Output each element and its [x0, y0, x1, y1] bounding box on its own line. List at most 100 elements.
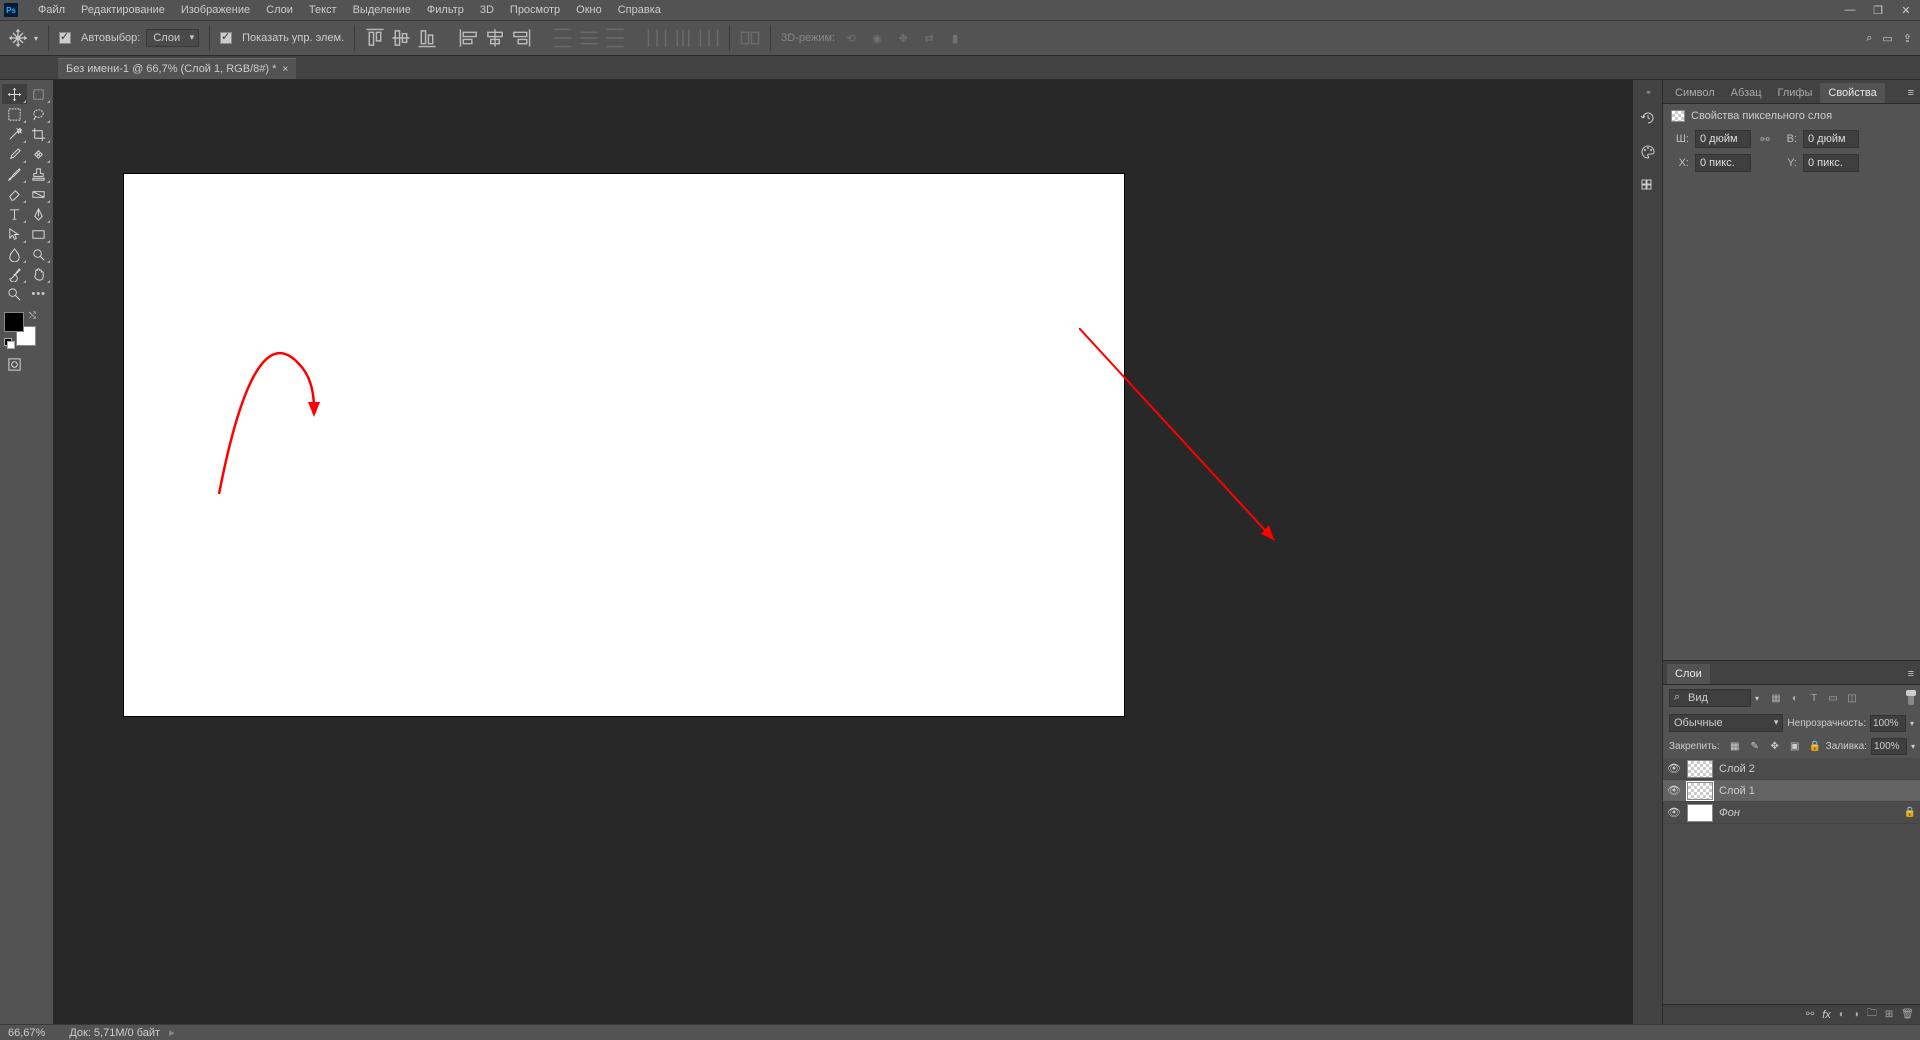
- align-bottom-edges-icon[interactable]: [417, 28, 437, 48]
- screen-mode-icon[interactable]: ▭: [1882, 32, 1892, 45]
- align-right-edges-icon[interactable]: [511, 28, 531, 48]
- visibility-toggle-icon[interactable]: 👁: [1667, 784, 1681, 797]
- pen-tool[interactable]: [27, 204, 52, 224]
- tab-layers[interactable]: Слои: [1667, 664, 1710, 684]
- document-tab[interactable]: Без имени-1 @ 66,7% (Слой 1, RGB/8#) * ×: [58, 58, 296, 79]
- filter-smart-icon[interactable]: ◫: [1845, 691, 1859, 705]
- blend-mode-dropdown[interactable]: Обычные: [1669, 714, 1783, 732]
- layer-row[interactable]: 👁 Слой 1: [1663, 780, 1920, 802]
- align-hcenter-icon[interactable]: [485, 28, 505, 48]
- lasso-tool[interactable]: [27, 104, 52, 124]
- layer-row[interactable]: 👁 Фон 🔒: [1663, 802, 1920, 824]
- autoselect-target-dropdown[interactable]: Слои: [146, 29, 199, 47]
- distribute-vcenter-icon[interactable]: [579, 28, 599, 48]
- close-tab-icon[interactable]: ×: [282, 64, 288, 75]
- menu-view[interactable]: Просмотр: [502, 1, 568, 19]
- distribute-top-icon[interactable]: [553, 28, 573, 48]
- distribute-bottom-icon[interactable]: [605, 28, 625, 48]
- lock-all-icon[interactable]: 🔒: [1808, 740, 1822, 754]
- crop-tool[interactable]: [27, 124, 52, 144]
- new-layer-icon[interactable]: ⊞: [1885, 1009, 1893, 1020]
- distribute-hcenter-icon[interactable]: [673, 28, 693, 48]
- 3d-zoom-icon[interactable]: ▮: [945, 28, 965, 48]
- menu-3d[interactable]: 3D: [472, 1, 502, 19]
- lock-transparency-icon[interactable]: ▦: [1728, 740, 1742, 754]
- color-swatches[interactable]: ⤭: [2, 310, 42, 350]
- filter-shape-icon[interactable]: ▭: [1826, 691, 1840, 705]
- fill-input[interactable]: [1871, 738, 1907, 755]
- lock-pixels-icon[interactable]: ✎: [1748, 740, 1762, 754]
- blur-tool[interactable]: [2, 244, 27, 264]
- filter-pixel-icon[interactable]: ▦: [1769, 691, 1783, 705]
- filter-adjust-icon[interactable]: ◐: [1788, 691, 1802, 705]
- opacity-input[interactable]: [1870, 715, 1906, 732]
- close-button[interactable]: ✕: [1892, 0, 1920, 20]
- y-input[interactable]: [1803, 154, 1859, 172]
- rectangle-tool[interactable]: [27, 224, 52, 244]
- lock-artboard-icon[interactable]: ▣: [1788, 740, 1802, 754]
- link-wh-icon[interactable]: ⚯: [1757, 133, 1773, 146]
- marquee-tool[interactable]: [2, 104, 27, 124]
- current-tool-icon[interactable]: [8, 28, 28, 48]
- brush-tool[interactable]: [2, 164, 27, 184]
- zoom-tool[interactable]: [2, 284, 27, 304]
- artboard-tool[interactable]: [27, 84, 52, 104]
- distribute-right-icon[interactable]: [699, 28, 719, 48]
- layer-name[interactable]: Слой 2: [1719, 763, 1755, 775]
- magic-wand-tool[interactable]: [2, 124, 27, 144]
- eyedropper-tool[interactable]: [2, 144, 27, 164]
- filter-type-icon[interactable]: T: [1807, 691, 1821, 705]
- layer-filter-kind-dropdown[interactable]: Вид: [1669, 689, 1751, 707]
- tab-paragraph[interactable]: Абзац: [1723, 83, 1770, 103]
- minimize-button[interactable]: —: [1836, 0, 1864, 20]
- swap-colors-icon[interactable]: ⤭: [29, 310, 36, 321]
- visibility-toggle-icon[interactable]: 👁: [1667, 806, 1681, 819]
- tab-symbol[interactable]: Символ: [1667, 83, 1723, 103]
- type-tool[interactable]: [2, 204, 27, 224]
- width-input[interactable]: [1695, 130, 1751, 148]
- menu-file[interactable]: Файл: [30, 1, 73, 19]
- 3d-slide-icon[interactable]: ⇄: [919, 28, 939, 48]
- foreground-color[interactable]: [4, 312, 24, 332]
- height-input[interactable]: [1803, 130, 1859, 148]
- menu-help[interactable]: Справка: [610, 1, 669, 19]
- align-top-edges-icon[interactable]: [365, 28, 385, 48]
- chevron-down-icon[interactable]: ▾: [34, 34, 38, 43]
- statusbar-chevron-icon[interactable]: ▸: [166, 1027, 175, 1039]
- align-left-edges-icon[interactable]: [459, 28, 479, 48]
- canvas-area[interactable]: [54, 80, 1632, 1024]
- layer-name[interactable]: Фон: [1719, 807, 1740, 819]
- group-icon[interactable]: 🗀: [1867, 1006, 1877, 1023]
- path-select-tool[interactable]: [2, 224, 27, 244]
- 3d-orbit-icon[interactable]: ⟲: [841, 28, 861, 48]
- swatches-panel-icon[interactable]: [1638, 176, 1658, 196]
- menu-text[interactable]: Текст: [301, 1, 345, 19]
- default-colors-icon[interactable]: [4, 338, 14, 348]
- menu-image[interactable]: Изображение: [173, 1, 258, 19]
- distribute-left-icon[interactable]: [647, 28, 667, 48]
- autoselect-checkbox[interactable]: [59, 32, 71, 44]
- doc-size[interactable]: Док: 5,71M/0 байт: [69, 1027, 160, 1039]
- stamp-tool[interactable]: [27, 164, 52, 184]
- x-input[interactable]: [1695, 154, 1751, 172]
- history-panel-icon[interactable]: [1638, 108, 1658, 128]
- layer-fx-icon[interactable]: fx: [1822, 1009, 1831, 1021]
- move-tool[interactable]: [2, 84, 27, 104]
- color-panel-icon[interactable]: [1638, 142, 1658, 162]
- show-transform-checkbox[interactable]: [220, 32, 232, 44]
- layer-thumbnail[interactable]: [1687, 782, 1713, 800]
- canvas[interactable]: [124, 174, 1124, 716]
- eraser-tool[interactable]: [2, 184, 27, 204]
- gradient-tool[interactable]: [27, 184, 52, 204]
- layer-row[interactable]: 👁 Слой 2: [1663, 758, 1920, 780]
- heal-tool[interactable]: [27, 144, 52, 164]
- search-icon[interactable]: ⌕: [1866, 32, 1872, 45]
- layers-panel-menu-icon[interactable]: ≡: [1902, 664, 1920, 684]
- filter-toggle[interactable]: [1908, 691, 1914, 705]
- history-brush-tool[interactable]: [2, 264, 27, 284]
- quick-mask-icon[interactable]: [2, 354, 27, 374]
- tab-glyphs[interactable]: Глифы: [1770, 83, 1821, 103]
- layer-thumbnail[interactable]: [1687, 804, 1713, 822]
- maximize-button[interactable]: ❐: [1864, 0, 1892, 20]
- edit-toolbar-button[interactable]: •••: [27, 284, 52, 304]
